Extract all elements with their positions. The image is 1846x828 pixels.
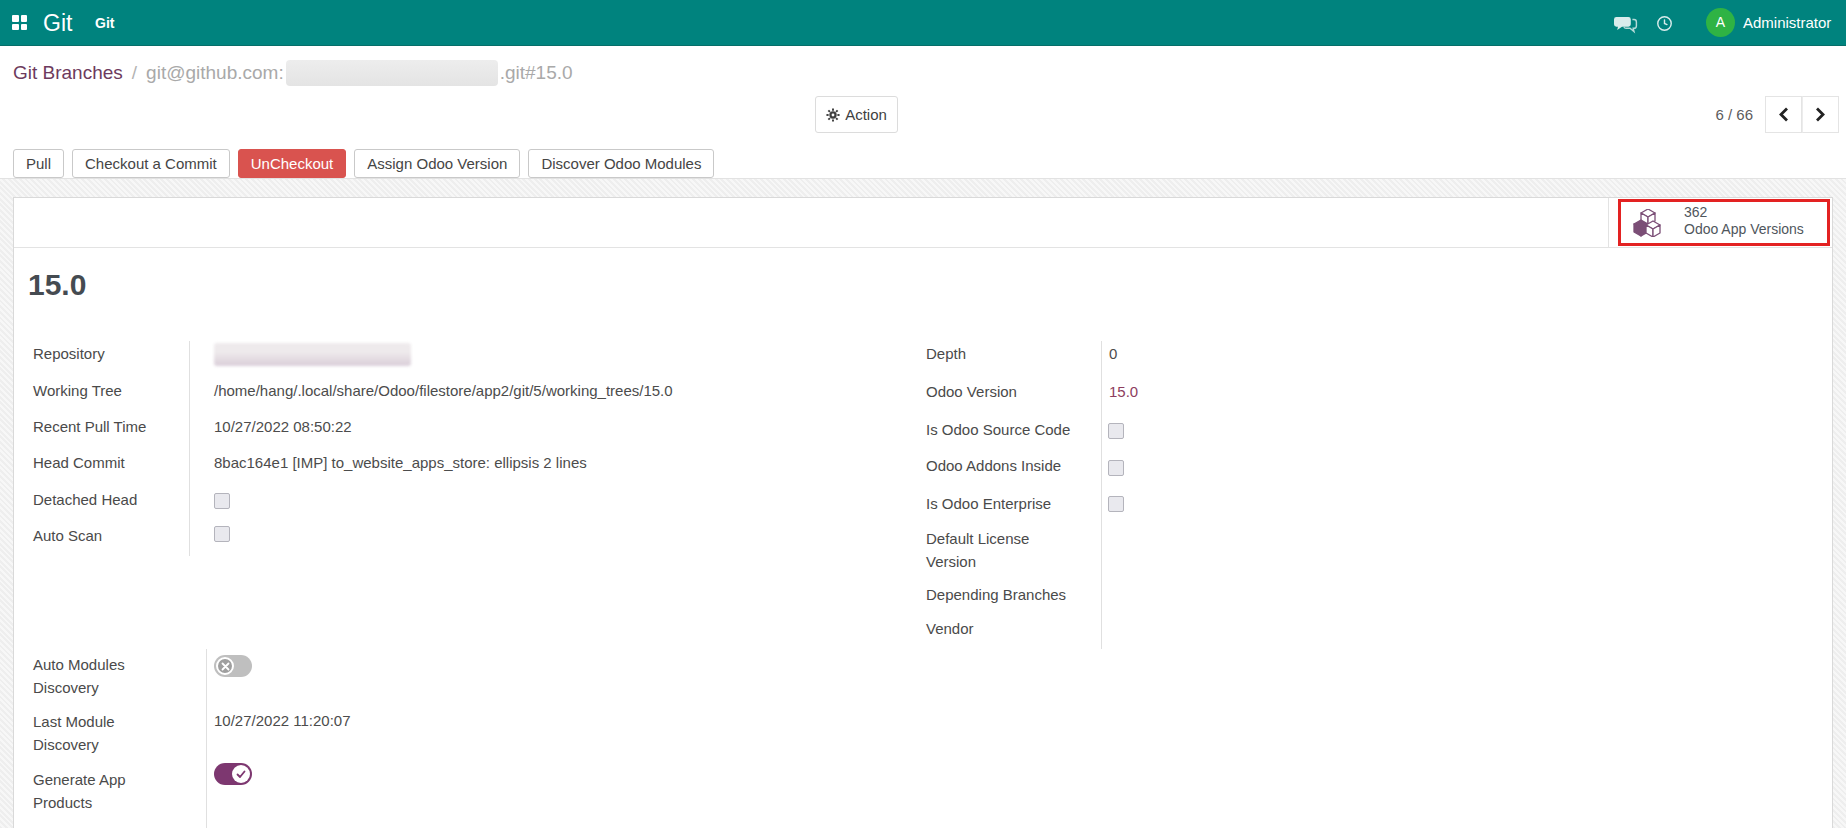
- chevron-right-icon: [1815, 107, 1826, 122]
- value-last-module-discovery: 10/27/2022 11:20:07: [214, 711, 351, 731]
- breadcrumb-current-prefix: git@github.com:: [146, 62, 284, 84]
- pager-count: 6 / 66: [1673, 96, 1753, 133]
- label-detached-head: Detached Head: [33, 490, 137, 510]
- screen: Git Git A Administrator Git Branches / g…: [0, 0, 1846, 828]
- value-depth: 0: [1109, 344, 1117, 364]
- activities-icon[interactable]: [1656, 15, 1673, 32]
- toggle-check-icon: [232, 765, 250, 783]
- breadcrumb-separator: /: [132, 62, 137, 84]
- breadcrumb-redacted-blur: [286, 60, 498, 86]
- pager-previous-button[interactable]: [1765, 96, 1802, 133]
- group-separator-line: [206, 649, 207, 828]
- value-recent-pull-time: 10/27/2022 08:50:22: [214, 417, 352, 437]
- app-brand[interactable]: Git: [43, 8, 72, 38]
- breadcrumb-current-suffix: .git#15.0: [500, 62, 573, 84]
- navbar: Git Git A Administrator: [0, 0, 1846, 46]
- checkbox-is-odoo-source-code[interactable]: [1108, 423, 1124, 439]
- nav-menu-git[interactable]: Git: [95, 13, 114, 33]
- uncheckout-button[interactable]: UnCheckout: [238, 149, 347, 178]
- statusbar-buttons: Pull Checkout a Commit UnCheckout Assign…: [13, 149, 714, 178]
- stat-button-text: 362 Odoo App Versions: [1684, 204, 1804, 238]
- toggle-x-icon: [216, 657, 234, 675]
- discover-odoo-modules-button[interactable]: Discover Odoo Modules: [528, 149, 714, 178]
- label-vendor: Vendor: [926, 619, 974, 639]
- label-is-odoo-source-code: Is Odoo Source Code: [926, 420, 1070, 440]
- label-default-license-version: Default License Version: [926, 527, 1056, 573]
- checkbox-auto-scan[interactable]: [214, 526, 230, 542]
- label-auto-scan: Auto Scan: [33, 526, 102, 546]
- breadcrumb-link-git-branches[interactable]: Git Branches: [13, 62, 123, 84]
- pull-button[interactable]: Pull: [13, 149, 64, 178]
- stat-label: Odoo App Versions: [1684, 221, 1804, 238]
- action-button-label: Action: [845, 106, 887, 123]
- checkout-a-commit-button[interactable]: Checkout a Commit: [72, 149, 230, 178]
- label-depending-branches: Depending Branches: [926, 585, 1066, 605]
- group-separator-line: [189, 341, 190, 556]
- toggle-generate-app-products[interactable]: [214, 763, 252, 785]
- stat-value: 362: [1684, 204, 1804, 221]
- label-recent-pull-time: Recent Pull Time: [33, 417, 146, 437]
- messages-icon[interactable]: [1614, 13, 1638, 34]
- assign-odoo-version-button[interactable]: Assign Odoo Version: [354, 149, 520, 178]
- label-depth: Depth: [926, 344, 966, 364]
- value-head-commit: 8bac164e1 [IMP] to_website_apps_store: e…: [214, 453, 587, 473]
- group-separator-line: [1101, 341, 1102, 649]
- control-panel: Git Branches / git@github.com: .git#15.0…: [0, 46, 1846, 179]
- user-menu[interactable]: Administrator: [1743, 13, 1831, 33]
- odoo-app-versions-stat-button[interactable]: 362 Odoo App Versions: [1608, 198, 1832, 247]
- breadcrumb: Git Branches / git@github.com: .git#15.0: [13, 59, 573, 87]
- label-head-commit: Head Commit: [33, 453, 125, 473]
- checkbox-detached-head[interactable]: [214, 493, 230, 509]
- label-auto-modules-discovery: Auto Modules Discovery: [33, 653, 163, 699]
- cubes-icon: [1632, 209, 1662, 237]
- checkbox-odoo-addons-inside[interactable]: [1108, 460, 1124, 476]
- label-repository: Repository: [33, 344, 105, 364]
- pager: [1765, 96, 1839, 133]
- pager-next-button[interactable]: [1802, 96, 1839, 133]
- button-box: 362 Odoo App Versions: [14, 198, 1832, 248]
- form-sheet: 362 Odoo App Versions 15.0 Repository Wo…: [13, 197, 1833, 828]
- page-title: 15.0: [28, 267, 86, 303]
- label-generate-app-products: Generate App Products: [33, 768, 163, 814]
- value-working-tree: /home/hang/.local/share/Odoo/filestore/a…: [214, 381, 673, 401]
- avatar[interactable]: A: [1706, 8, 1735, 37]
- label-odoo-version: Odoo Version: [926, 382, 1017, 402]
- label-is-odoo-enterprise: Is Odoo Enterprise: [926, 494, 1051, 514]
- label-last-module-discovery: Last Module Discovery: [33, 710, 163, 756]
- apps-menu-icon[interactable]: [12, 15, 27, 30]
- repository-redacted-value: [214, 343, 411, 366]
- action-button[interactable]: Action: [815, 96, 898, 133]
- value-odoo-version[interactable]: 15.0: [1109, 382, 1138, 402]
- label-odoo-addons-inside: Odoo Addons Inside: [926, 456, 1061, 476]
- gear-icon: [826, 108, 840, 122]
- checkbox-is-odoo-enterprise[interactable]: [1108, 496, 1124, 512]
- chevron-left-icon: [1778, 107, 1789, 122]
- toggle-auto-modules-discovery[interactable]: [214, 655, 252, 677]
- label-working-tree: Working Tree: [33, 381, 122, 401]
